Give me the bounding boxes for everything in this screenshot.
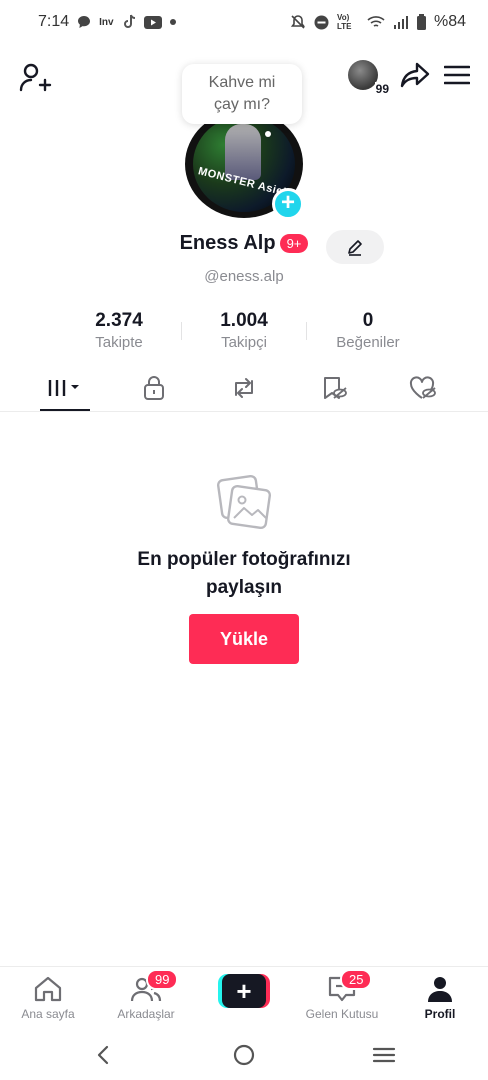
friends-badge: 99: [146, 969, 179, 990]
stat-label: Takipçi: [221, 334, 267, 351]
system-nav: [0, 1030, 488, 1080]
profile-icon: [428, 977, 452, 1002]
status-right: Vo) LTE %84: [290, 13, 466, 31]
edit-profile-button[interactable]: [326, 230, 384, 264]
pencil-icon: [348, 240, 362, 256]
repost-icon: [235, 378, 253, 398]
status-time: 7:14: [38, 13, 70, 30]
bio-bubble[interactable]: Kahve mi çay mı?: [182, 64, 302, 124]
stat-following[interactable]: 2.374 Takipte: [59, 310, 179, 351]
dnd-icon: [314, 15, 329, 30]
header-actions: 99: [348, 60, 471, 96]
stat-likes[interactable]: 0 Beğeniler: [308, 310, 428, 351]
display-name: Eness Alp: [179, 232, 276, 254]
upload-button[interactable]: Yükle: [189, 614, 299, 664]
plus-icon: +: [222, 974, 266, 1008]
mute-icon: [290, 14, 306, 30]
tiktok-icon: [122, 14, 136, 30]
tab-liked[interactable]: [398, 370, 448, 406]
photo-icon: [214, 472, 274, 532]
empty-title-line-1: En popüler fotoğrafınızı: [137, 549, 351, 570]
dot-icon: [169, 19, 176, 25]
add-avatar-plus-icon[interactable]: +: [272, 188, 304, 220]
active-tab-indicator: [40, 409, 90, 411]
profile-stats: 2.374 Takipte 1.004 Takipçi 0 Beğeniler: [0, 310, 488, 354]
hamburger-icon: [443, 65, 471, 84]
grid-icon: [48, 380, 79, 396]
stat-followers[interactable]: 1.004 Takipçi: [184, 310, 304, 351]
empty-title-line-2: paylaşın: [205, 577, 283, 598]
tab-private[interactable]: [129, 370, 179, 406]
share-button[interactable]: [400, 61, 430, 94]
add-friend-button[interactable]: [18, 62, 52, 94]
divider: [306, 322, 307, 340]
back-button[interactable]: [88, 1042, 118, 1068]
tab-favorites[interactable]: [309, 370, 359, 406]
youtube-icon: [143, 15, 162, 29]
inbox-badge: 25: [340, 969, 373, 990]
recents-icon: [372, 1047, 396, 1063]
nav-label: Arkadaşlar: [117, 1007, 175, 1021]
content-tabs: [0, 366, 488, 412]
stat-number: 2.374: [95, 310, 143, 331]
nav-home[interactable]: Ana sayfa: [0, 973, 96, 1021]
signal-icon: [393, 15, 409, 29]
volte-icon: Vo) LTE: [336, 13, 352, 31]
home-system-button[interactable]: [229, 1042, 259, 1068]
home-icon: [34, 976, 62, 1002]
nav-inbox[interactable]: 25 Gelen Kutusu: [294, 969, 390, 1021]
name-row: Eness Alp 9+: [0, 232, 488, 255]
liked-hidden-icon: [409, 376, 436, 399]
nav-label: Ana sayfa: [21, 1007, 75, 1021]
back-icon: [97, 1045, 109, 1065]
tab-videos[interactable]: [40, 370, 90, 406]
divider: [181, 322, 182, 340]
chat-bubble-icon: [77, 15, 91, 29]
wifi-icon: [367, 15, 385, 29]
nav-profile[interactable]: Profil: [392, 973, 488, 1021]
nav-friends[interactable]: 99 Arkadaşlar: [98, 969, 194, 1021]
add-user-icon: [19, 63, 52, 92]
status-left: 7:14 Inv: [38, 13, 176, 31]
username: @eness.alp: [204, 268, 284, 285]
create-button[interactable]: +: [218, 974, 270, 1008]
stat-number: 0: [362, 310, 374, 331]
status-bar: 7:14 Inv Vo) LTE %84: [0, 0, 488, 44]
bubble-tail: [265, 131, 271, 137]
story-avatar-button[interactable]: 99: [348, 60, 390, 96]
inv-icon: Inv: [99, 16, 114, 28]
avatar: [348, 60, 378, 90]
empty-state-title: En popüler fotoğrafınızı paylaşın: [0, 546, 488, 602]
story-count: 99: [374, 82, 390, 96]
nav-label: Profil: [424, 1007, 456, 1021]
menu-button[interactable]: [443, 64, 471, 91]
bubble-line-2: çay mı?: [213, 96, 270, 113]
circle-home-icon: [233, 1044, 255, 1066]
battery-percent: %84: [433, 13, 466, 30]
recents-button[interactable]: [369, 1042, 399, 1068]
tab-reposts[interactable]: [219, 370, 269, 406]
notification-badge[interactable]: 9+: [279, 234, 309, 253]
lock-icon: [144, 376, 164, 400]
battery-icon: [416, 14, 426, 30]
nav-label: Gelen Kutusu: [305, 1007, 379, 1021]
bubble-line-1: Kahve mi: [208, 74, 276, 91]
stat-number: 1.004: [220, 310, 268, 331]
stat-label: Beğeniler: [336, 334, 400, 351]
avatar-figure: [225, 124, 261, 180]
share-icon: [400, 62, 430, 87]
stat-label: Takipte: [95, 334, 143, 351]
bookmark-hidden-icon: [324, 377, 347, 399]
